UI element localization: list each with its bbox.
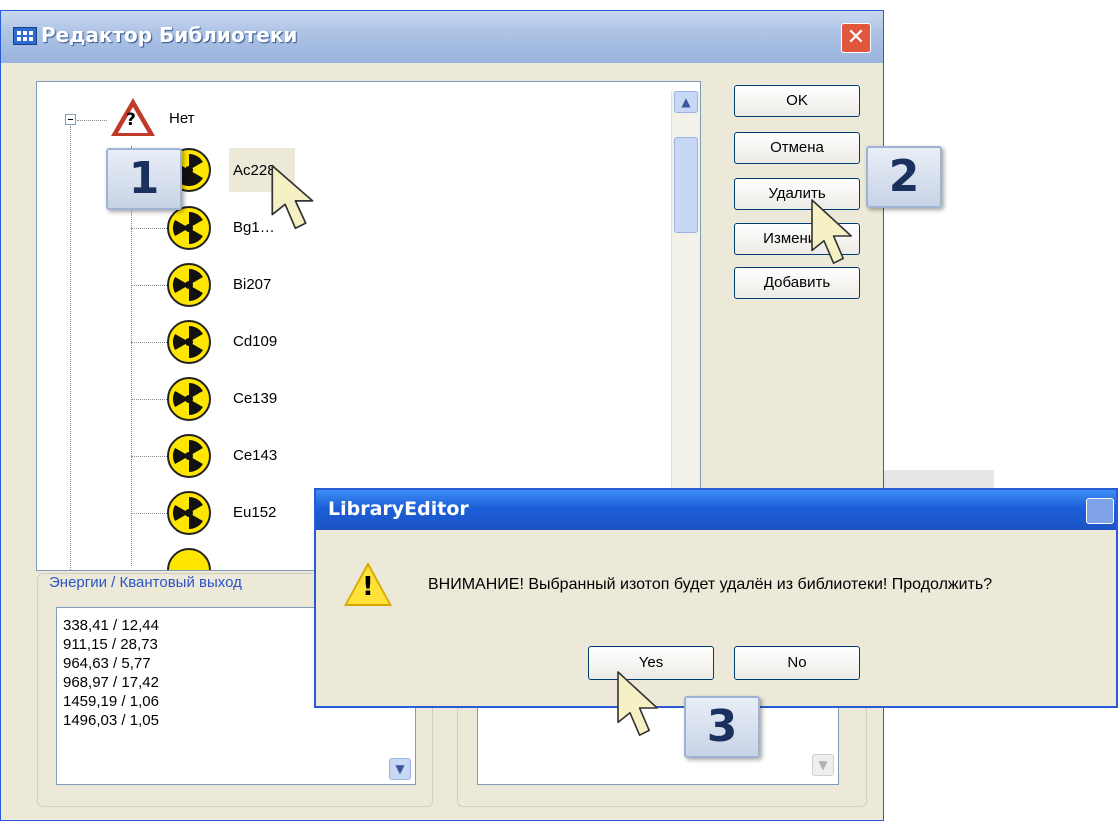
title-bar[interactable]: Редактор Библиотеки ✕ [1, 11, 883, 63]
radiation-icon [167, 434, 211, 478]
dialog-title: LibraryEditor [328, 498, 469, 520]
scroll-down-button[interactable]: ▼ [389, 758, 411, 780]
radiation-icon [167, 206, 211, 250]
tree-item-cd109[interactable]: Cd109 [233, 333, 277, 350]
step-marker-2: 2 [866, 146, 942, 208]
radiation-icon [167, 491, 211, 535]
dialog-close-icon[interactable] [1086, 498, 1114, 524]
cancel-button[interactable]: Отмена [734, 132, 860, 164]
energy-line: 911,15 / 28,73 [63, 636, 158, 653]
cursor-icon [271, 164, 314, 230]
radiation-icon [167, 377, 211, 421]
step-marker-1: 1 [106, 148, 182, 210]
energy-line: 1459,19 / 1,06 [63, 693, 159, 710]
close-button[interactable]: ✕ [841, 23, 871, 53]
scroll-up-button[interactable]: ▲ [674, 91, 698, 113]
tree-item-ce143[interactable]: Ce143 [233, 447, 277, 464]
cursor-icon [811, 199, 852, 264]
warning-icon: ! [344, 562, 392, 606]
tree-item-eu152[interactable]: Eu152 [233, 504, 276, 521]
scroll-thumb[interactable] [674, 137, 698, 233]
dialog-message: ВНИМАНИЕ! Выбранный изотоп будет удалён … [428, 576, 993, 593]
cursor-icon [617, 671, 658, 736]
ok-button[interactable]: OK [734, 85, 860, 117]
collapse-toggle[interactable] [65, 114, 76, 125]
radiation-icon [167, 263, 211, 307]
scroll-down-button-disabled: ▼ [812, 754, 834, 776]
energy-line: 968,97 / 17,42 [63, 674, 159, 691]
energy-line: 1496,03 / 1,05 [63, 712, 159, 729]
tree-item-ce139[interactable]: Ce139 [233, 390, 277, 407]
energy-line: 964,63 / 5,77 [63, 655, 151, 672]
tree-item-bi207[interactable]: Bi207 [233, 276, 271, 293]
energy-line: 338,41 / 12,44 [63, 617, 159, 634]
dialog-title-bar[interactable]: LibraryEditor [316, 490, 1116, 530]
tree-root-label[interactable]: Нет [169, 110, 195, 127]
confirm-dialog: LibraryEditor ! ВНИМАНИЕ! Выбранный изот… [314, 488, 1118, 708]
no-button[interactable]: No [734, 646, 860, 680]
window-title: Редактор Библиотеки [41, 23, 298, 47]
background-fragment [884, 470, 994, 488]
energies-group-title: Энергии / Квантовый выход [45, 574, 246, 591]
step-marker-3: 3 [684, 696, 760, 758]
radiation-icon [167, 320, 211, 364]
warning-question-icon: ? [111, 98, 155, 136]
radiation-icon [167, 548, 211, 570]
app-icon [13, 27, 37, 45]
